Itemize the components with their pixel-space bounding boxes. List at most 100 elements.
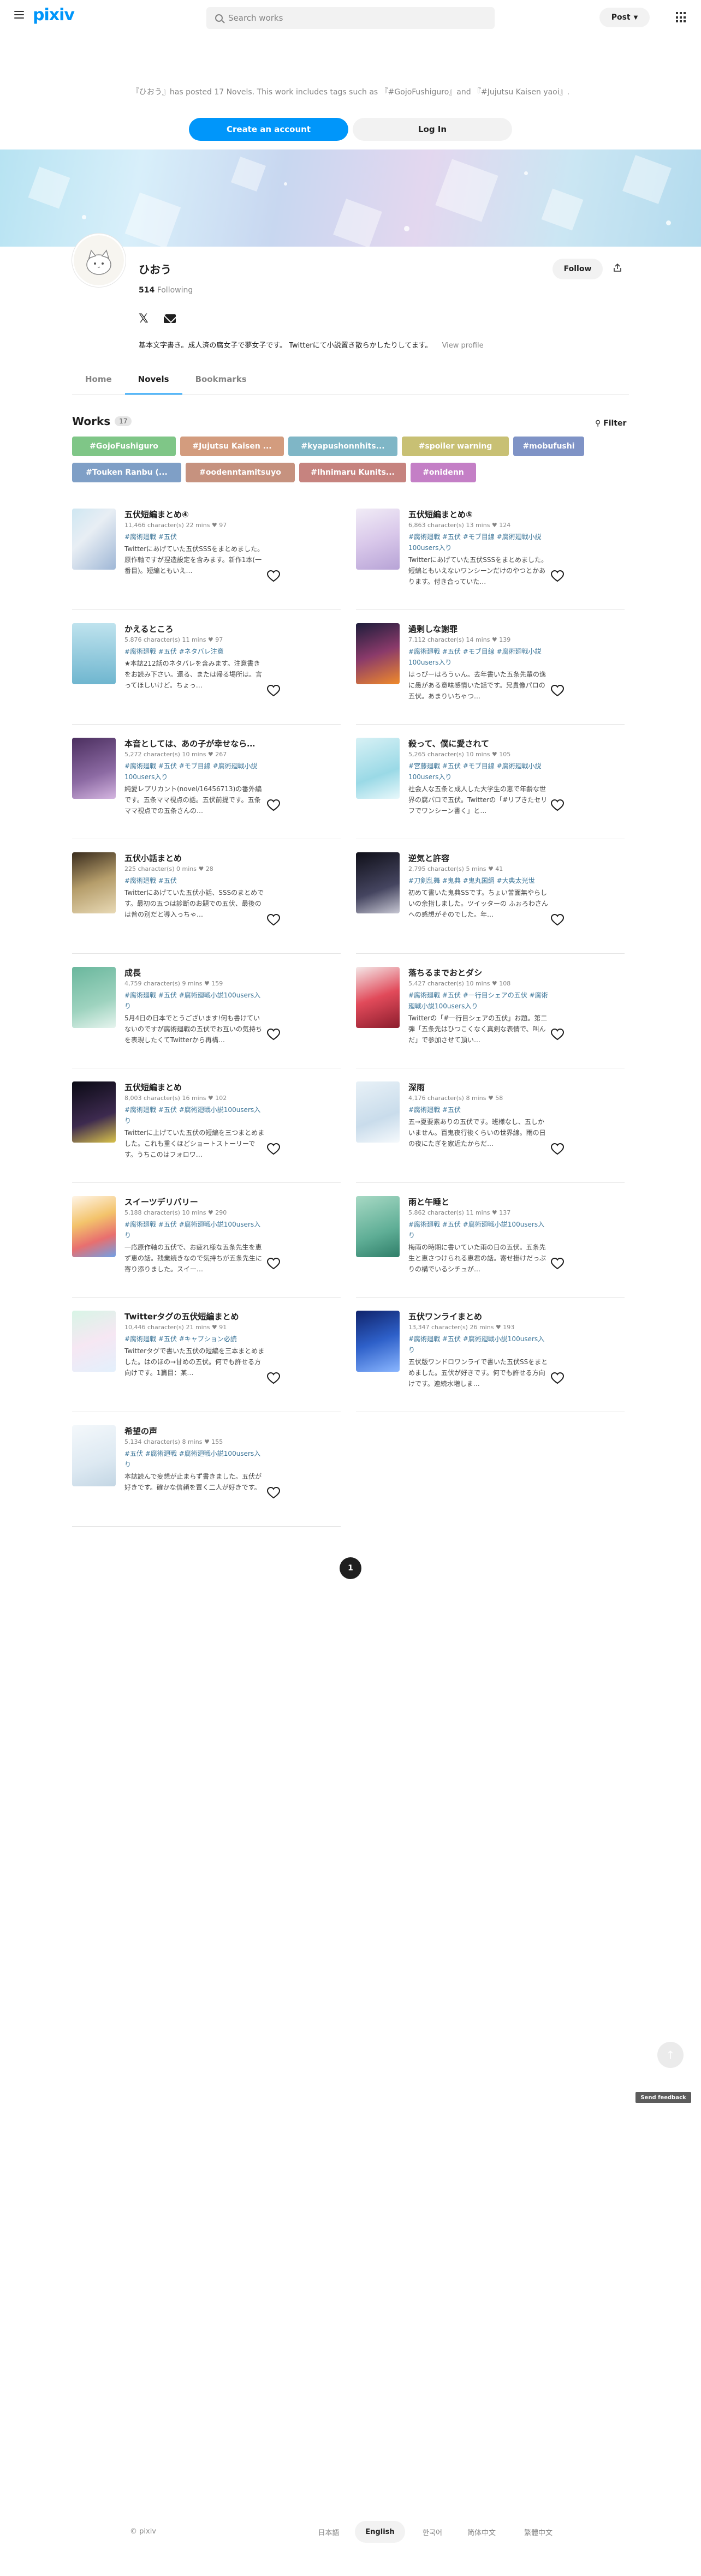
bookmark-heart-icon[interactable] <box>550 684 565 697</box>
pagination-current-page[interactable]: 1 <box>340 1557 361 1579</box>
novel-title[interactable]: 殺って、僕に愛されて <box>408 738 572 749</box>
tag-chip[interactable]: #spoiler warning <box>402 437 509 456</box>
novel-tags[interactable]: #五伏 #腐術廻戦 #腐術廻戦小説100users入り <box>124 1448 266 1470</box>
bookmark-heart-icon[interactable] <box>550 570 565 583</box>
filter-button[interactable]: ⚲ Filter <box>595 419 626 428</box>
novel-tags[interactable]: #腐術廻戦 #五伏 <box>124 531 266 542</box>
novel-card[interactable]: 五伏短編まとめ④ 11,466 character(s) 22 mins ♥ 97… <box>72 509 341 610</box>
novel-card[interactable]: かえるところ 5,876 character(s) 11 mins ♥ 97 #腐術… <box>72 623 341 725</box>
bookmark-heart-icon[interactable] <box>266 913 281 927</box>
novel-cover-thumbnail[interactable] <box>356 623 400 684</box>
bookmark-heart-icon[interactable] <box>266 684 281 697</box>
novel-title[interactable]: 雨と午睡と <box>408 1196 572 1208</box>
novel-cover-thumbnail[interactable] <box>356 1081 400 1143</box>
novel-card[interactable]: 五伏短編まとめ 8,003 character(s) 16 mins ♥ 102 #… <box>72 1081 341 1183</box>
novel-title[interactable]: 逆気と許容 <box>408 852 572 864</box>
lang-simplified-chinese[interactable]: 简体中文 <box>462 2521 501 2543</box>
avatar[interactable] <box>72 234 126 287</box>
scroll-to-top-button[interactable]: ↑ <box>657 2042 684 2068</box>
tag-chip[interactable]: #kyapushonnhits... <box>288 437 397 456</box>
bookmark-heart-icon[interactable] <box>266 1028 281 1041</box>
mail-icon[interactable] <box>164 314 176 323</box>
novel-cover-thumbnail[interactable] <box>72 1311 116 1372</box>
novel-tags[interactable]: #腐術廻戦 #五伏 #腐術廻戦小説100users入り <box>408 1219 550 1241</box>
apps-grid-icon[interactable] <box>676 12 687 23</box>
lang-korean[interactable]: 한국어 <box>415 2521 450 2543</box>
novel-title[interactable]: スイーツデリバリー <box>124 1196 288 1208</box>
novel-title[interactable]: 過剰しな謝罪 <box>408 623 572 635</box>
novel-title[interactable]: 希望の声 <box>124 1425 288 1437</box>
x-twitter-icon[interactable]: 𝕏 <box>139 312 148 326</box>
novel-title[interactable]: 落ちるまでおとダシ <box>408 967 572 978</box>
novel-title[interactable]: かえるところ <box>124 623 288 635</box>
novel-title[interactable]: Twitterタグの五伏短編まとめ <box>124 1311 288 1322</box>
search-input[interactable]: Search works <box>206 7 495 29</box>
novel-cover-thumbnail[interactable] <box>72 852 116 913</box>
lang-english[interactable]: English <box>355 2521 405 2543</box>
novel-tags[interactable]: #腐術廻戦 #五伏 #一行目シェアの五伏 #腐術廻戦小説100users入り <box>408 990 550 1012</box>
novel-cover-thumbnail[interactable] <box>72 623 116 684</box>
bookmark-heart-icon[interactable] <box>266 1143 281 1156</box>
novel-tags[interactable]: #腐術廻戦 #五伏 #腐術廻戦小説100users入り <box>408 1334 550 1355</box>
novel-cover-thumbnail[interactable] <box>72 967 116 1028</box>
novel-cover-thumbnail[interactable] <box>356 1196 400 1257</box>
bookmark-heart-icon[interactable] <box>550 1372 565 1385</box>
novel-card[interactable]: 過剰しな謝罪 7,112 character(s) 14 mins ♥ 139 #腐… <box>356 623 625 725</box>
bookmark-heart-icon[interactable] <box>266 1257 281 1270</box>
novel-cover-thumbnail[interactable] <box>356 1311 400 1372</box>
create-account-button[interactable]: Create an account <box>189 118 348 141</box>
novel-title[interactable]: 本音としては、あの子が幸せなら… <box>124 738 288 749</box>
tag-chip[interactable]: #Ihnimaru Kunits... <box>299 463 406 482</box>
novel-cover-thumbnail[interactable] <box>356 738 400 799</box>
share-icon[interactable] <box>613 263 622 273</box>
novel-title[interactable]: 成長 <box>124 967 288 978</box>
tab-home[interactable]: Home <box>72 367 125 395</box>
bookmark-heart-icon[interactable] <box>266 1372 281 1385</box>
novel-card[interactable]: 雨と午睡と 5,862 character(s) 11 mins ♥ 137 #腐術… <box>356 1196 625 1298</box>
novel-card[interactable]: 成長 4,759 character(s) 9 mins ♥ 159 #腐術廻戦 #… <box>72 967 341 1068</box>
novel-tags[interactable]: #腐術廻戦 #五伏 <box>408 1104 550 1115</box>
bookmark-heart-icon[interactable] <box>550 1257 565 1270</box>
view-profile-link[interactable]: View profile <box>442 342 484 350</box>
following-count[interactable]: 514 Following <box>139 286 193 295</box>
tag-chip[interactable]: #Touken Ranbu (... <box>72 463 181 482</box>
novel-title[interactable]: 深雨 <box>408 1081 572 1093</box>
novel-tags[interactable]: #腐術廻戦 #五伏 #モブ目線 #腐術廻戦小説100users入り <box>124 761 266 782</box>
tag-chip[interactable]: #Jujutsu Kaisen ... <box>180 437 284 456</box>
novel-card[interactable]: 五伏ワンライまとめ 13,347 character(s) 26 mins ♥ 1… <box>356 1311 625 1412</box>
pixiv-logo[interactable]: pixiv <box>33 5 75 25</box>
tag-chip[interactable]: #onidenn <box>411 463 476 482</box>
novel-tags[interactable]: #腐術廻戦 #五伏 #キャプション必読 <box>124 1334 266 1344</box>
novel-card[interactable]: 深雨 4,176 character(s) 8 mins ♥ 58 #腐術廻戦 #五… <box>356 1081 625 1183</box>
novel-tags[interactable]: #腐術廻戦 #五伏 #腐術廻戦小説100users入り <box>124 990 266 1012</box>
novel-card[interactable]: Twitterタグの五伏短編まとめ 10,446 character(s) 21 … <box>72 1311 341 1412</box>
tab-bookmarks[interactable]: Bookmarks <box>182 367 260 395</box>
novel-cover-thumbnail[interactable] <box>356 852 400 913</box>
novel-card[interactable]: 本音としては、あの子が幸せなら… 5,272 character(s) 10 mi… <box>72 738 341 839</box>
novel-tags[interactable]: #宮藤廻戦 #五伏 #モブ目線 #腐術廻戦小説100users入り <box>408 761 550 782</box>
bookmark-heart-icon[interactable] <box>550 1143 565 1156</box>
menu-icon[interactable] <box>14 11 24 19</box>
novel-card[interactable]: 落ちるまでおとダシ 5,427 character(s) 10 mins ♥ 10… <box>356 967 625 1068</box>
novel-card[interactable]: 希望の声 5,134 character(s) 8 mins ♥ 155 #五伏 #… <box>72 1425 341 1527</box>
novel-card[interactable]: 五伏短編まとめ⑤ 6,863 character(s) 13 mins ♥ 124… <box>356 509 625 610</box>
novel-title[interactable]: 五伏小話まとめ <box>124 852 288 864</box>
novel-cover-thumbnail[interactable] <box>72 1196 116 1257</box>
bookmark-heart-icon[interactable] <box>550 1028 565 1041</box>
novel-tags[interactable]: #腐術廻戦 #五伏 #モブ目線 #腐術廻戦小説100users入り <box>408 646 550 668</box>
novel-cover-thumbnail[interactable] <box>72 1081 116 1143</box>
bookmark-heart-icon[interactable] <box>550 799 565 812</box>
tag-chip[interactable]: #mobufushi <box>513 437 584 456</box>
login-button[interactable]: Log In <box>353 118 512 141</box>
novel-cover-thumbnail[interactable] <box>72 509 116 570</box>
novel-tags[interactable]: #腐術廻戦 #五伏 #腐術廻戦小説100users入り <box>124 1104 266 1126</box>
novel-title[interactable]: 五伏短編まとめ <box>124 1081 288 1093</box>
novel-card[interactable]: 逆気と許容 2,795 character(s) 5 mins ♥ 41 #刀剣乱舞… <box>356 852 625 954</box>
tag-chip[interactable]: #GojoFushiguro <box>72 437 176 456</box>
novel-tags[interactable]: #腐術廻戦 #五伏 #ネタバレ注意 <box>124 646 266 657</box>
bookmark-heart-icon[interactable] <box>266 1486 281 1499</box>
novel-title[interactable]: 五伏短編まとめ④ <box>124 509 288 520</box>
novel-cover-thumbnail[interactable] <box>356 509 400 570</box>
novel-title[interactable]: 五伏短編まとめ⑤ <box>408 509 572 520</box>
bookmark-heart-icon[interactable] <box>550 913 565 927</box>
